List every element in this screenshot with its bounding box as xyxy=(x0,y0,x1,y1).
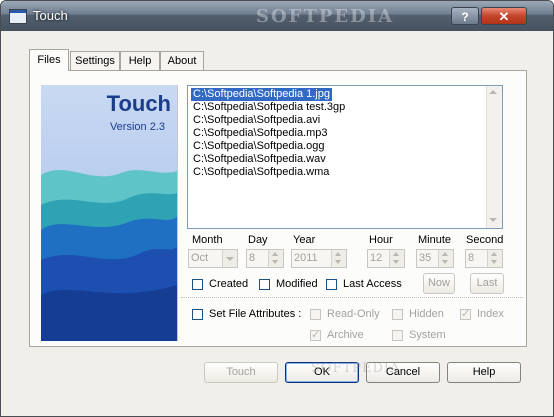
hidden-label: Hidden xyxy=(409,308,444,320)
minute-value: 35 xyxy=(419,252,432,264)
list-item[interactable]: C:\Softpedia\Softpedia.mp3 xyxy=(191,127,330,140)
year-stepper[interactable]: 2011 xyxy=(291,249,347,268)
close-button[interactable]: ✕ xyxy=(481,7,527,25)
read-only-label: Read-Only xyxy=(327,308,380,320)
year-spin-icon[interactable] xyxy=(331,250,346,267)
logo-version: Version 2.3 xyxy=(109,121,165,133)
created-label: Created xyxy=(209,278,249,290)
second-stepper[interactable]: 8 xyxy=(465,249,503,268)
hour-label: Hour xyxy=(369,234,393,246)
last-access-label: Last Access xyxy=(343,278,402,290)
day-label: Day xyxy=(248,234,268,246)
last-button[interactable]: Last xyxy=(470,273,504,294)
list-item[interactable]: C:\Softpedia\Softpedia.wav xyxy=(191,153,328,166)
tab-about[interactable]: About xyxy=(160,51,204,70)
list-item[interactable]: C:\Softpedia\Softpedia 1.jpg xyxy=(191,88,332,101)
month-label: Month xyxy=(192,234,223,246)
created-checkbox[interactable] xyxy=(192,279,203,290)
day-value: 8 xyxy=(249,252,256,264)
app-window-icon xyxy=(9,9,27,24)
file-list[interactable]: C:\Softpedia\Softpedia 1.jpg C:\Softpedi… xyxy=(187,85,503,229)
tab-settings[interactable]: Settings xyxy=(70,51,120,70)
modified-label: Modified xyxy=(276,278,318,290)
scroll-up-arrow-icon[interactable] xyxy=(489,90,497,94)
archive-label: Archive xyxy=(327,329,364,341)
list-item[interactable]: C:\Softpedia\Softpedia.wma xyxy=(191,166,331,179)
list-item[interactable]: C:\Softpedia\Softpedia.ogg xyxy=(191,140,326,153)
month-value: Oct xyxy=(191,252,209,264)
day-stepper[interactable]: 8 xyxy=(246,249,284,268)
touch-window: Touch SOFTPEDIA ? ✕ Files Settings Help … xyxy=(0,0,554,417)
modified-checkbox[interactable] xyxy=(259,279,270,290)
month-select[interactable]: Oct xyxy=(188,249,238,268)
minute-stepper[interactable]: 35 xyxy=(416,249,454,268)
chevron-down-icon[interactable] xyxy=(222,250,237,267)
second-value: 8 xyxy=(468,252,475,264)
softpedia-watermark: SOFTPEDIA xyxy=(256,6,395,27)
scroll-down-arrow-icon[interactable] xyxy=(489,218,497,222)
second-label: Second xyxy=(466,234,504,246)
hidden-checkbox[interactable] xyxy=(392,309,403,320)
file-list-scrollbar[interactable] xyxy=(486,86,502,228)
logo-title: Touch xyxy=(106,91,171,116)
touch-logo-image: Touch Version 2.3 xyxy=(41,85,178,341)
last-access-checkbox[interactable] xyxy=(326,279,337,290)
title-help-button[interactable]: ? xyxy=(451,7,479,25)
title-bar[interactable]: Touch SOFTPEDIA ? ✕ xyxy=(1,1,553,31)
hour-spin-icon[interactable] xyxy=(389,250,404,267)
system-label: System xyxy=(409,329,446,341)
minute-spin-icon[interactable] xyxy=(438,250,453,267)
archive-checkbox[interactable] xyxy=(310,328,321,341)
index-checkbox[interactable] xyxy=(460,307,471,320)
now-button[interactable]: Now xyxy=(423,273,455,294)
tab-files[interactable]: Files xyxy=(29,49,69,71)
tab-help[interactable]: Help xyxy=(120,51,160,70)
index-label: Index xyxy=(477,308,504,320)
system-checkbox[interactable] xyxy=(392,330,403,341)
touch-button[interactable]: Touch xyxy=(204,362,278,383)
divider xyxy=(181,297,523,298)
hour-stepper[interactable]: 12 xyxy=(367,249,405,268)
second-spin-icon[interactable] xyxy=(487,250,502,267)
window-title: Touch xyxy=(33,8,68,23)
year-label: Year xyxy=(293,234,316,246)
set-attributes-checkbox[interactable] xyxy=(192,309,203,320)
set-attributes-label: Set File Attributes : xyxy=(209,308,302,320)
list-item[interactable]: C:\Softpedia\Softpedia.avi xyxy=(191,114,322,127)
minute-label: Minute xyxy=(418,234,452,246)
read-only-checkbox[interactable] xyxy=(310,309,321,320)
list-item[interactable]: C:\Softpedia\Softpedia test.3gp xyxy=(191,101,347,114)
year-value: 2011 xyxy=(294,252,318,264)
help-button[interactable]: Help xyxy=(447,362,521,383)
softpedia-bottom-watermark: SOFTPEDIA xyxy=(311,361,401,376)
hour-value: 12 xyxy=(370,252,383,264)
day-spin-icon[interactable] xyxy=(268,250,283,267)
